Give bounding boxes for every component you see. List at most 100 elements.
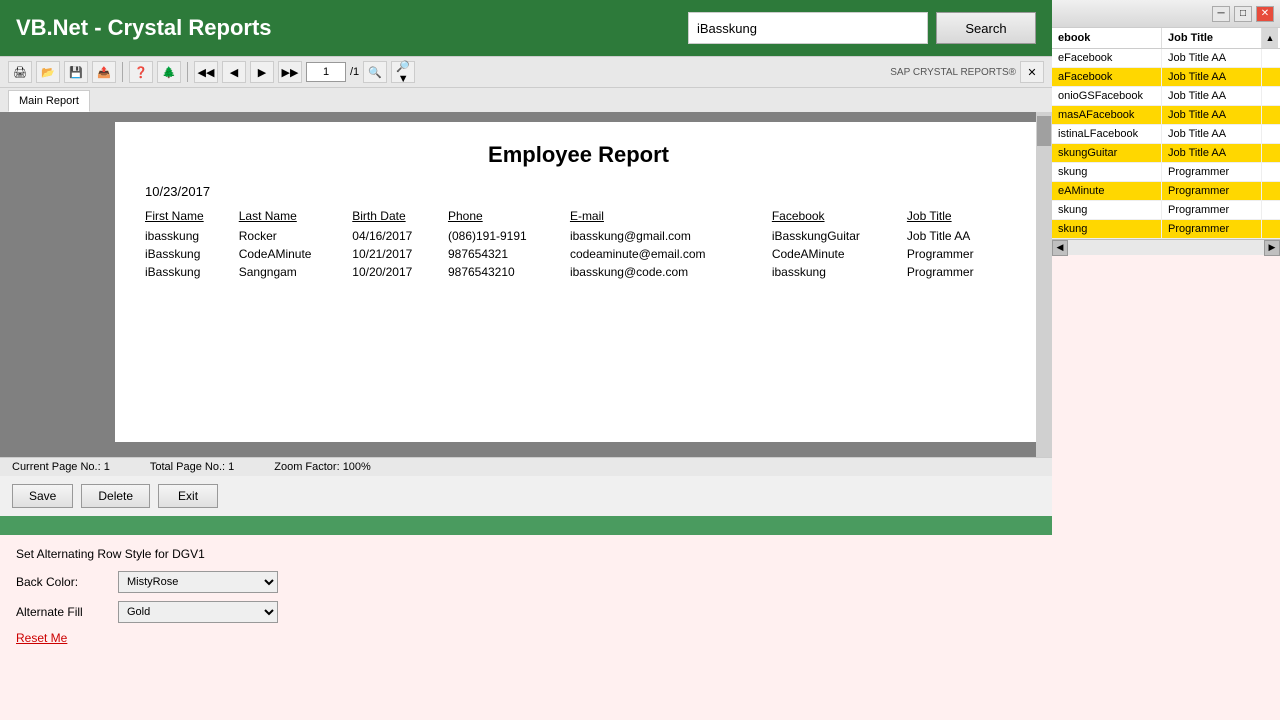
grid-cell-jobtitle: Job Title AA — [1162, 125, 1262, 143]
toolbar: 🖨 📂 💾 📤 ❓ 🌲 ◀◀ ◀ ▶ ▶▶ 1 /1 🔍 🔎▼ SAP CRYS… — [0, 56, 1052, 88]
grid-cell-facebook: skungGuitar — [1052, 144, 1162, 162]
back-color-select[interactable]: MistyRose White LightBlue LightGreen — [118, 571, 278, 593]
col-email: E-mail — [570, 207, 772, 227]
exit-button[interactable]: Exit — [158, 484, 218, 508]
grid-cell-facebook: onioGSFacebook — [1052, 87, 1162, 105]
grid-cell-facebook: masAFacebook — [1052, 106, 1162, 124]
table-row: ibasskungRocker04/16/2017(086)191-9191ib… — [145, 227, 1012, 245]
reset-link[interactable]: Reset Me — [16, 631, 67, 645]
right-panel: ─ □ ✕ ebook Job Title ▲ eFacebook Job Ti… — [1052, 0, 1280, 720]
right-close-button[interactable]: ✕ — [1256, 6, 1274, 22]
grid-row: skung Programmer — [1052, 220, 1280, 239]
delete-button[interactable]: Delete — [81, 484, 150, 508]
table-cell: iBasskung — [145, 245, 239, 263]
grid-cell-jobtitle: Programmer — [1162, 201, 1262, 219]
zoom-button[interactable]: 🔎▼ — [391, 61, 415, 83]
table-row: iBasskungSangngam10/20/20179876543210iba… — [145, 263, 1012, 281]
vertical-scrollbar[interactable] — [1036, 112, 1052, 457]
sap-label-area: SAP CRYSTAL REPORTS® ✕ — [890, 61, 1044, 83]
grid-cell-facebook: skung — [1052, 201, 1162, 219]
table-cell: CodeAMinute — [772, 245, 907, 263]
table-cell: iBasskungGuitar — [772, 227, 907, 245]
table-cell: 10/21/2017 — [352, 245, 448, 263]
header-search-button[interactable]: Search — [936, 12, 1036, 44]
grid-row: masAFacebook Job Title AA — [1052, 106, 1280, 125]
grid-row: skungGuitar Job Title AA — [1052, 144, 1280, 163]
scroll-right-btn[interactable]: ▶ — [1264, 240, 1280, 256]
grid-cell-jobtitle: Job Title AA — [1162, 144, 1262, 162]
search-area: Search — [688, 12, 1036, 44]
page-total: /1 — [350, 66, 359, 78]
open-button[interactable]: 📂 — [36, 61, 60, 83]
save-button[interactable]: Save — [12, 484, 73, 508]
grid-header: ebook Job Title ▲ — [1052, 28, 1280, 49]
back-color-row: Back Color: MistyRose White LightBlue Li… — [16, 571, 1036, 593]
total-page-status: Total Page No.: 1 — [150, 461, 234, 473]
table-cell: codeaminute@email.com — [570, 245, 772, 263]
prev-page-button[interactable]: ◀ — [222, 61, 246, 83]
grid-cell-jobtitle: Job Title AA — [1162, 49, 1262, 67]
grid-col-jobtitle: Job Title — [1162, 28, 1262, 48]
toolbar-close-button[interactable]: ✕ — [1020, 61, 1044, 83]
header: VB.Net - Crystal Reports Search — [0, 0, 1052, 56]
grid-cell-facebook: aFacebook — [1052, 68, 1162, 86]
grid-cell-facebook: eAMinute — [1052, 182, 1162, 200]
save-toolbar-button[interactable]: 💾 — [64, 61, 88, 83]
grid-row: eAMinute Programmer — [1052, 182, 1280, 201]
first-page-button[interactable]: ◀◀ — [194, 61, 218, 83]
table-cell: ibasskung — [772, 263, 907, 281]
search-input[interactable] — [688, 12, 928, 44]
table-cell: ibasskung@gmail.com — [570, 227, 772, 245]
help-button[interactable]: ❓ — [129, 61, 153, 83]
zoom-status: Zoom Factor: 100% — [274, 461, 371, 473]
grid-row: skung Programmer — [1052, 201, 1280, 220]
table-cell: CodeAMinute — [239, 245, 353, 263]
scroll-left-btn[interactable]: ◀ — [1052, 240, 1068, 256]
grid-cell-jobtitle: Job Title AA — [1162, 106, 1262, 124]
current-page-status: Current Page No.: 1 — [12, 461, 110, 473]
search-toolbar-button[interactable]: 🔍 — [363, 61, 387, 83]
grid-cell-jobtitle: Job Title AA — [1162, 68, 1262, 86]
alternate-fill-select[interactable]: Gold Silver Yellow Orange — [118, 601, 278, 623]
col-first-name: First Name — [145, 207, 239, 227]
tab-area: Main Report — [0, 88, 1052, 112]
grid-horizontal-scrollbar[interactable]: ◀ ▶ — [1052, 239, 1280, 255]
col-facebook: Facebook — [772, 207, 907, 227]
sap-label: SAP CRYSTAL REPORTS® — [890, 67, 1016, 78]
grid-cell-facebook: skung — [1052, 163, 1162, 181]
grid-col-facebook: ebook — [1052, 28, 1162, 48]
next-page-button[interactable]: ▶ — [250, 61, 274, 83]
print-button[interactable]: 🖨 — [8, 61, 32, 83]
alternate-fill-label: Alternate Fill — [16, 605, 106, 619]
last-page-button[interactable]: ▶▶ — [278, 61, 302, 83]
grid-cell-facebook: skung — [1052, 220, 1162, 238]
table-row: iBasskungCodeAMinute10/21/2017987654321c… — [145, 245, 1012, 263]
grid-rows: eFacebook Job Title AA aFacebook Job Tit… — [1052, 49, 1280, 239]
main-window: VB.Net - Crystal Reports Search 🖨 📂 💾 📤 … — [0, 0, 1052, 720]
table-cell: ibasskung@code.com — [570, 263, 772, 281]
scroll-track[interactable] — [1068, 240, 1264, 255]
table-cell: 10/20/2017 — [352, 263, 448, 281]
separator-2 — [187, 62, 188, 82]
grid-row: istinaLFacebook Job Title AA — [1052, 125, 1280, 144]
group-tree-button[interactable]: 🌲 — [157, 61, 181, 83]
report-paper: Employee Report 10/23/2017 First Name La… — [115, 122, 1042, 442]
tab-main-report[interactable]: Main Report — [8, 90, 90, 112]
table-cell: 9876543210 — [448, 263, 570, 281]
grid-cell-jobtitle: Programmer — [1162, 182, 1262, 200]
export-button[interactable]: 📤 — [92, 61, 116, 83]
scrollbar-thumb[interactable] — [1037, 116, 1051, 146]
grid-cell-jobtitle: Job Title AA — [1162, 87, 1262, 105]
tab-main-report-label: Main Report — [19, 95, 79, 107]
right-maximize-button[interactable]: □ — [1234, 6, 1252, 22]
table-cell: Rocker — [239, 227, 353, 245]
settings-title: Set Alternating Row Style for DGV1 — [16, 547, 1036, 561]
col-last-name: Last Name — [239, 207, 353, 227]
right-minimize-button[interactable]: ─ — [1212, 6, 1230, 22]
app-title: VB.Net - Crystal Reports — [16, 15, 272, 41]
table-cell: 04/16/2017 — [352, 227, 448, 245]
col-job-title: Job Title — [907, 207, 1012, 227]
page-number-input[interactable]: 1 — [306, 62, 346, 82]
scroll-up-btn[interactable]: ▲ — [1262, 28, 1278, 48]
back-color-label: Back Color: — [16, 575, 106, 589]
